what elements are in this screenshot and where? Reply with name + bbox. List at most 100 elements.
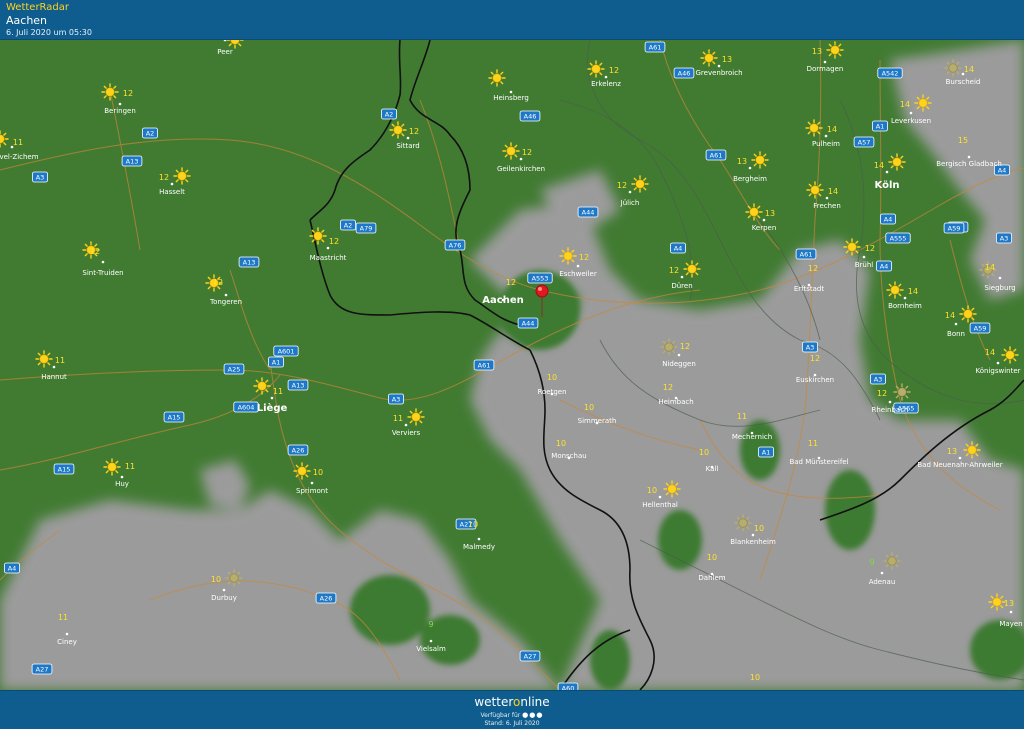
svg-text:A61: A61 — [800, 251, 813, 259]
temperature-label: 10 — [547, 373, 557, 382]
place-name: Dahlem — [698, 574, 725, 582]
place-dot — [823, 60, 827, 64]
map-canvas[interactable]: A61 A46 A542 A2 A46 A1 A2 A57 A13 A61 A4 A3 A44 A59 A2… — [0, 40, 1024, 690]
temperature-label: 14 — [900, 100, 910, 109]
svg-text:A57: A57 — [858, 139, 871, 147]
road-label: A76 — [444, 239, 466, 251]
road-label: A15 — [53, 463, 75, 475]
temperature-label: 9 — [428, 620, 433, 629]
sun-icon — [700, 49, 718, 67]
place-name: Eschweiler — [559, 270, 597, 278]
brand-text-left: wetter — [474, 695, 514, 709]
svg-text:A61: A61 — [478, 362, 491, 370]
road-label: A46 — [519, 110, 541, 122]
temperature-label: 14 — [945, 311, 955, 320]
availability-note: Verfügbar für ●●● — [0, 711, 1024, 719]
place-name: Huy — [115, 480, 129, 488]
road-label: A3 — [996, 232, 1013, 244]
temperature-label: 12 — [865, 244, 875, 253]
temperature-label: 11 — [58, 613, 68, 622]
place-dot — [429, 639, 433, 643]
place-name: Hasselt — [159, 188, 185, 196]
place-name: Heuvel-Zichem — [0, 153, 39, 161]
sun-icon — [1001, 346, 1019, 364]
place-dot — [406, 136, 410, 140]
temperature-label: 12 — [212, 40, 222, 42]
road-label: A4 — [4, 562, 20, 574]
place-dot — [404, 423, 408, 427]
sun-icon — [843, 238, 861, 256]
road-label: A57 — [853, 136, 875, 148]
temperature-label: 11 — [808, 439, 818, 448]
svg-text:A3: A3 — [874, 376, 883, 384]
sun-hazy-icon — [883, 552, 901, 570]
sun-icon — [886, 281, 904, 299]
place-name: Geilenkirchen — [497, 165, 545, 173]
temperature-label: 10 — [313, 468, 323, 477]
place-dot — [52, 365, 56, 369]
place-dot — [270, 396, 274, 400]
place-name: Adenau — [869, 578, 896, 586]
road-label: A61 — [473, 359, 495, 371]
svg-text:A27: A27 — [36, 666, 49, 674]
brand-logo[interactable]: wetteronline — [0, 695, 1024, 709]
place-dot — [224, 293, 228, 297]
place-dot — [680, 275, 684, 279]
svg-text:A61: A61 — [649, 44, 662, 52]
place-dot — [170, 182, 174, 186]
place-name: Heimbach — [658, 398, 693, 406]
svg-text:A542: A542 — [882, 70, 899, 78]
temperature-label: 14 — [985, 348, 995, 357]
road-label: A2 — [141, 127, 158, 139]
sun-icon — [502, 142, 520, 160]
temperature-label: 12 — [810, 354, 820, 363]
place-name: Blankenheim — [730, 538, 776, 546]
road-label: A4 — [670, 242, 687, 254]
sun-icon — [559, 247, 577, 265]
svg-text:A4: A4 — [884, 216, 893, 224]
temperature-label: 11 — [13, 138, 23, 147]
place-name: Grevenbroich — [695, 69, 742, 77]
place-dot — [509, 90, 513, 94]
place-dot — [717, 64, 721, 68]
place-name: Bergisch Gladbach — [936, 160, 1002, 168]
platform-dots-icon: ●●● — [522, 711, 544, 719]
sun-hazy-icon — [893, 383, 911, 401]
pin-head[interactable] — [535, 284, 549, 298]
temperature-label: 14 — [828, 187, 838, 196]
svg-text:A46: A46 — [678, 70, 691, 78]
sun-hazy-icon — [734, 514, 752, 532]
road-label: A46 — [673, 67, 695, 79]
radar-map[interactable]: A61 A46 A542 A2 A46 A1 A2 A57 A13 A61 A4 A3 A44 A59 A2… — [0, 40, 1024, 690]
road-label: A4 — [876, 260, 893, 272]
temperature-label: 13 — [765, 209, 775, 218]
place-name: Heinsberg — [493, 94, 529, 102]
place-name: Bornheim — [888, 302, 922, 310]
sun-icon — [826, 41, 844, 59]
place-dot — [120, 475, 124, 479]
place-marker[interactable]: 10 — [750, 673, 760, 682]
temperature-label: 12 — [669, 266, 679, 275]
svg-text:A25: A25 — [228, 366, 241, 374]
sun-icon — [587, 60, 605, 78]
temperature-label: 12 — [90, 247, 100, 256]
svg-text:A1: A1 — [762, 449, 771, 457]
temperature-label: 15 — [958, 136, 968, 145]
temperature-label: 11 — [55, 356, 65, 365]
location-name[interactable]: Aachen — [6, 14, 47, 27]
svg-text:A44: A44 — [522, 320, 535, 328]
place-name: Mayen — [999, 620, 1022, 628]
place-name: Bad Neuenahr-Ahrweiler — [917, 461, 1002, 469]
temperature-label: 10 — [584, 403, 594, 412]
svg-text:A15: A15 — [58, 466, 71, 474]
temperature-label: 12 — [159, 173, 169, 182]
svg-text:A27: A27 — [524, 653, 537, 661]
place-name: Leverkusen — [891, 117, 931, 125]
road-label: A59 — [969, 322, 991, 334]
sun-icon — [888, 153, 906, 171]
place-dot — [888, 400, 892, 404]
place-name: Monschau — [551, 452, 586, 460]
temperature-label: 12 — [409, 127, 419, 136]
place-name: Burscheid — [946, 78, 981, 86]
place-name: Pulheim — [812, 140, 840, 148]
